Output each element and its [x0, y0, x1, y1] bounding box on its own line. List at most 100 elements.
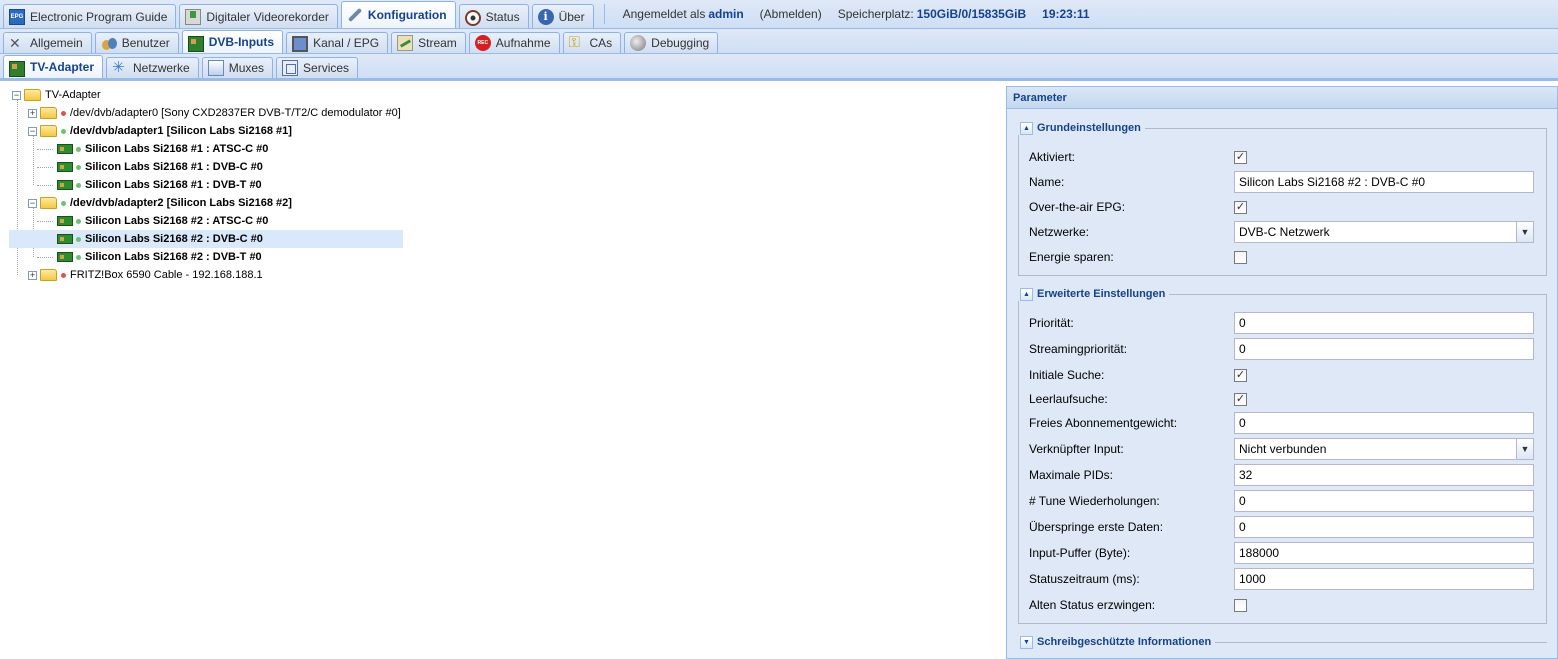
free-subscription-weight-input[interactable]	[1234, 412, 1534, 434]
tab-label: CAs	[589, 36, 613, 50]
expand-icon[interactable]: +	[28, 108, 37, 118]
tab-about[interactable]: i Über	[531, 4, 594, 28]
status-dot-icon	[76, 182, 81, 188]
streaming-priority-input[interactable]	[1234, 338, 1534, 360]
field-name: Name:	[1029, 171, 1534, 193]
input-buffer-input[interactable]	[1234, 542, 1534, 564]
tab-label: DVB-Inputs	[208, 35, 275, 49]
tree-node-adapter0[interactable]: + /dev/dvb/adapter0 [Sony CXD2837ER DVB-…	[28, 104, 401, 122]
field-label: Streamingpriorität:	[1029, 342, 1128, 356]
tree-node-input[interactable]: Silicon Labs Si2168 #2 : DVB-T #0	[57, 248, 262, 266]
collapse-icon[interactable]: −	[12, 90, 21, 100]
tab-users[interactable]: Benutzer	[94, 32, 179, 53]
force-old-status-checkbox[interactable]	[1234, 598, 1247, 612]
linked-input-select[interactable]: Nicht verbunden ▼	[1234, 438, 1534, 460]
tree-root[interactable]: − TV-Adapter	[12, 86, 101, 104]
tools-icon	[9, 35, 25, 51]
username: admin	[708, 6, 744, 21]
tab-label: Services	[303, 61, 350, 75]
field-initial-scan: Initiale Suche: ✓	[1029, 364, 1534, 386]
tab-epg[interactable]: EPG Electronic Program Guide	[3, 4, 177, 28]
field-label: Maximale PIDs:	[1029, 468, 1114, 482]
tree-node-input-selected[interactable]: Silicon Labs Si2168 #2 : DVB-C #0	[9, 230, 403, 248]
tree-label: TV-Adapter	[45, 89, 101, 101]
field-label: Energie sparen:	[1029, 250, 1114, 264]
tuner-card-icon	[57, 252, 73, 262]
idle-scan-checkbox[interactable]: ✓	[1234, 392, 1247, 406]
max-pids-input[interactable]	[1234, 464, 1534, 486]
tree-node-input[interactable]: Silicon Labs Si2168 #1 : ATSC-C #0	[57, 140, 268, 158]
field-label: Initiale Suche:	[1029, 368, 1105, 382]
tab-services[interactable]: Services	[276, 57, 359, 78]
tree-node-input[interactable]: Silicon Labs Si2168 #2 : ATSC-C #0	[57, 212, 268, 230]
tv-icon	[292, 36, 309, 52]
logout-link[interactable]: (Abmelden)	[760, 7, 822, 21]
tab-muxes[interactable]: Muxes	[201, 57, 274, 78]
select-value: Nicht verbunden	[1239, 442, 1327, 456]
network-icon	[112, 60, 128, 76]
tab-configuration[interactable]: Konfiguration	[340, 1, 456, 28]
field-priority: Priorität:	[1029, 312, 1534, 334]
field-label: Input-Puffer (Byte):	[1029, 546, 1131, 560]
storage-value: 150GiB/0/15835GiB	[916, 6, 1027, 21]
collapse-icon[interactable]: −	[28, 198, 37, 208]
tab-cas[interactable]: CAs	[562, 32, 622, 53]
tab-dvb-inputs[interactable]: DVB-Inputs	[181, 30, 284, 53]
dvb-tab-bar: TV-Adapter Netzwerke Muxes Services	[0, 54, 1558, 81]
tab-label: Muxes	[228, 61, 265, 75]
tab-debugging[interactable]: Debugging	[624, 32, 719, 53]
logged-in-label: Angemeldet als	[622, 6, 706, 21]
tab-label: Allgemein	[30, 36, 83, 50]
status-dot-icon	[76, 254, 81, 260]
field-label: Überspringe erste Daten:	[1029, 520, 1164, 534]
divider	[603, 4, 605, 24]
tree-node-adapter2[interactable]: − /dev/dvb/adapter2 [Silicon Labs Si2168…	[28, 194, 292, 212]
expand-icon[interactable]: +	[28, 270, 37, 280]
collapse-toggle-icon[interactable]: ▲	[1020, 121, 1033, 135]
networks-select[interactable]: DVB-C Netzwerk ▼	[1234, 221, 1534, 243]
tree-node-input[interactable]: Silicon Labs Si2168 #1 : DVB-T #0	[57, 176, 262, 194]
clock: 19:23:11	[1042, 6, 1090, 21]
tab-label: Status	[485, 9, 520, 24]
ota-epg-checkbox[interactable]: ✓	[1234, 200, 1247, 214]
skip-initial-bytes-input[interactable]	[1234, 516, 1534, 538]
tab-recorder[interactable]: Digitaler Videorekorder	[179, 4, 338, 28]
tab-stream[interactable]: Stream	[391, 32, 466, 53]
config-tab-bar: Allgemein Benutzer DVB-Inputs Kanal / EP…	[0, 29, 1558, 54]
info-icon: i	[537, 8, 554, 25]
collapse-toggle-icon[interactable]: ▲	[1020, 287, 1033, 301]
tree-label: Silicon Labs Si2168 #2 : DVB-C #0	[85, 233, 263, 245]
tab-tv-adapter[interactable]: TV-Adapter	[3, 55, 104, 78]
tab-label: TV-Adapter	[30, 60, 95, 74]
tree-node-input[interactable]: Silicon Labs Si2168 #1 : DVB-C #0	[57, 158, 263, 176]
tab-label: Netzwerke	[133, 61, 190, 75]
status-dot-icon	[61, 128, 66, 134]
initial-scan-checkbox[interactable]: ✓	[1234, 368, 1247, 382]
collapse-icon[interactable]: −	[28, 126, 37, 136]
status-period-input[interactable]	[1234, 568, 1534, 590]
adapter-tree: − TV-Adapter + /dev/dvb/adapter0 [Sony C…	[0, 83, 1003, 659]
power-save-checkbox[interactable]	[1234, 250, 1247, 264]
expand-toggle-icon[interactable]: ▼	[1020, 635, 1033, 649]
tab-label: Debugging	[651, 36, 710, 50]
priority-input[interactable]	[1234, 312, 1534, 334]
tab-channel-epg[interactable]: Kanal / EPG	[286, 32, 389, 53]
tree-connector	[37, 167, 53, 168]
tab-recording[interactable]: REC Aufnahme	[468, 32, 560, 53]
enabled-checkbox[interactable]: ✓	[1234, 150, 1247, 164]
tuner-card-icon	[57, 180, 73, 190]
tree-node-fritzbox[interactable]: + FRITZ!Box 6590 Cable - 192.168.188.1	[28, 266, 263, 284]
tree-node-adapter1[interactable]: − /dev/dvb/adapter1 [Silicon Labs Si2168…	[28, 122, 292, 140]
tree-label: FRITZ!Box 6590 Cable - 192.168.188.1	[70, 269, 263, 281]
name-input[interactable]	[1234, 171, 1534, 193]
tab-status[interactable]: Status	[458, 4, 529, 28]
tab-general[interactable]: Allgemein	[3, 32, 92, 53]
tree-label: Silicon Labs Si2168 #1 : DVB-C #0	[85, 161, 263, 173]
tune-repeats-input[interactable]	[1234, 490, 1534, 512]
tab-networks[interactable]: Netzwerke	[106, 57, 199, 78]
chevron-down-icon[interactable]: ▼	[1516, 439, 1533, 459]
tree-label: /dev/dvb/adapter0 [Sony CXD2837ER DVB-T/…	[70, 107, 401, 119]
services-icon	[282, 60, 299, 76]
chevron-down-icon[interactable]: ▼	[1516, 222, 1533, 242]
tab-label: Stream	[418, 36, 457, 50]
